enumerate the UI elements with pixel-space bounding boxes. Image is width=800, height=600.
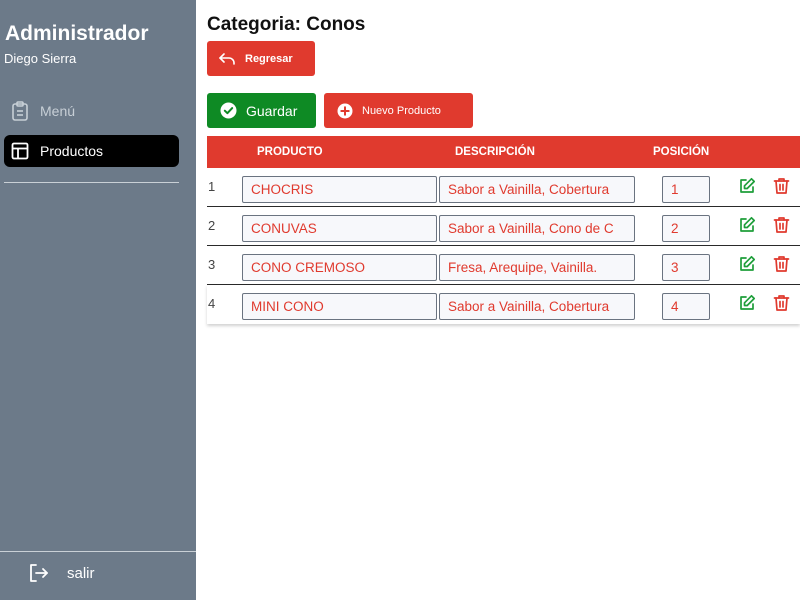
plus-circle-icon (337, 103, 353, 119)
logout-button[interactable]: salir (28, 562, 95, 584)
check-circle-icon (220, 102, 237, 119)
user-name: Diego Sierra (4, 51, 77, 66)
new-product-button[interactable]: Nuevo Producto (324, 93, 473, 128)
undo-arrow-icon (219, 52, 235, 66)
save-button[interactable]: Guardar (207, 93, 316, 128)
table-row: 4 (207, 285, 800, 324)
save-button-label: Guardar (246, 102, 298, 119)
edit-icon[interactable] (736, 214, 758, 236)
sidebar-bottom-divider (0, 551, 196, 552)
column-header-producto: PRODUCTO (257, 146, 323, 158)
table-row: 2 (207, 207, 800, 246)
row-number: 4 (208, 296, 216, 311)
trash-icon[interactable] (770, 214, 792, 236)
sidebar-item-menu[interactable]: Menú (4, 95, 179, 127)
product-description-input[interactable] (439, 254, 635, 281)
product-description-input[interactable] (439, 176, 635, 203)
edit-icon[interactable] (736, 292, 758, 314)
sidebar: Administrador Diego Sierra Menú Producto… (0, 0, 196, 600)
table-row: 1 (207, 168, 800, 207)
products-table: PRODUCTO DESCRIPCIÓN POSICIÓN 1 CHOCRIS … (207, 136, 800, 324)
logout-label: salir (67, 564, 95, 582)
column-header-posicion: POSICIÓN (653, 146, 710, 158)
product-name-input[interactable] (242, 176, 437, 203)
trash-icon[interactable] (770, 292, 792, 314)
logout-icon (28, 562, 50, 584)
trash-icon[interactable] (770, 175, 792, 197)
row-number: 1 (208, 179, 216, 194)
product-name-input[interactable] (242, 215, 437, 242)
layout-icon (10, 141, 30, 161)
product-position-input[interactable] (662, 176, 710, 203)
product-position-input[interactable] (662, 254, 710, 281)
sidebar-item-label: Menú (40, 103, 76, 119)
back-button[interactable]: Regresar (207, 41, 315, 76)
sidebar-divider (4, 182, 179, 183)
product-description-input[interactable] (439, 215, 635, 242)
column-header-descripcion: DESCRIPCIÓN (455, 146, 535, 158)
back-button-label: Regresar (245, 52, 293, 65)
page-title: Categoria: Conos (207, 14, 366, 35)
new-product-label: Nuevo Producto (362, 104, 441, 117)
trash-icon[interactable] (770, 253, 792, 275)
sidebar-item-productos[interactable]: Productos (4, 135, 179, 167)
product-name-input[interactable] (242, 293, 437, 320)
table-row: 3 (207, 246, 800, 285)
edit-icon[interactable] (736, 175, 758, 197)
clipboard-icon (10, 101, 30, 121)
product-description-input[interactable] (439, 293, 635, 320)
product-position-input[interactable] (662, 215, 710, 242)
row-number: 2 (208, 218, 216, 233)
product-position-input[interactable] (662, 293, 710, 320)
edit-icon[interactable] (736, 253, 758, 275)
sidebar-item-label: Productos (40, 143, 104, 159)
product-name-input[interactable] (242, 254, 437, 281)
sidebar-title: Administrador (5, 22, 149, 45)
table-header: PRODUCTO DESCRIPCIÓN POSICIÓN (207, 136, 800, 168)
main-content: Categoria: Conos Regresar Guardar Nuevo … (196, 0, 800, 600)
row-number: 3 (208, 257, 216, 272)
